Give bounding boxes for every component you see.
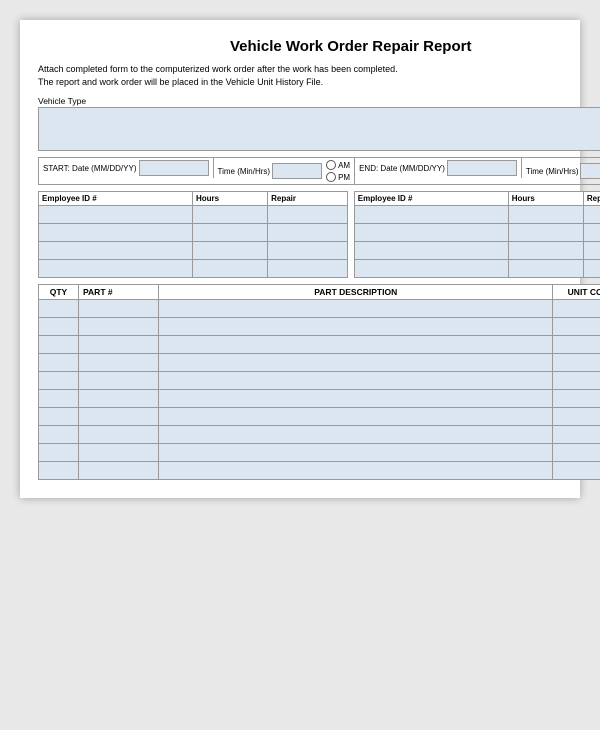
table-row <box>39 444 600 462</box>
table-row <box>39 242 348 260</box>
table-row <box>39 462 600 480</box>
start-date-label: START: Date (MM/DD/YY) <box>43 164 137 173</box>
vehicle-type-input[interactable] <box>38 107 600 151</box>
table-row <box>39 372 600 390</box>
emp-repair-header-right: Repair <box>583 192 600 206</box>
start-time-label: Time (Min/Hrs) <box>218 167 271 176</box>
table-row <box>39 354 600 372</box>
end-time-label: Time (Min/Hrs) <box>526 167 579 176</box>
left-column: Vehicle Work Order Repair Report Attach … <box>38 38 600 480</box>
table-row <box>354 260 600 278</box>
parts-section: QTY PART # PART DESCRIPTION UNIT COST HO… <box>38 284 600 480</box>
col-qty-header: QTY <box>39 285 79 300</box>
table-row <box>39 336 600 354</box>
emp-repair-header-left: Repair <box>268 192 348 206</box>
table-row <box>39 408 600 426</box>
start-date-cell: START: Date (MM/DD/YY) <box>39 158 214 178</box>
emp-hours-header-right: Hours <box>508 192 583 206</box>
datetime-row: START: Date (MM/DD/YY) Time (Min/Hrs) AM… <box>38 157 600 185</box>
emp-id-header-left: Employee ID # <box>39 192 193 206</box>
end-date-cell: END: Date (MM/DD/YY) <box>355 158 522 178</box>
page-title: Vehicle Work Order Repair Report <box>38 38 600 55</box>
subtitle: Attach completed form to the computerize… <box>38 63 600 88</box>
end-date-input[interactable] <box>447 160 517 176</box>
table-row <box>39 300 600 318</box>
table-row <box>354 242 600 260</box>
col-unit-header: UNIT COST <box>553 285 600 300</box>
end-time-input[interactable] <box>580 163 600 179</box>
table-row <box>39 224 348 242</box>
emp-id-header-right: Employee ID # <box>354 192 508 206</box>
start-pm-radio[interactable] <box>326 172 336 182</box>
employee-table-right: Employee ID # Hours Repair <box>354 191 600 278</box>
table-row <box>39 206 348 224</box>
col-part-header: PART # <box>79 285 159 300</box>
start-pm-option[interactable]: PM <box>326 172 350 182</box>
table-row <box>39 260 348 278</box>
table-row <box>39 390 600 408</box>
start-time-input[interactable] <box>272 163 322 179</box>
start-date-input[interactable] <box>139 160 209 176</box>
start-ampm: AM PM <box>326 160 350 182</box>
main-layout: Vehicle Work Order Repair Report Attach … <box>38 38 562 480</box>
emp-hours-header-left: Hours <box>192 192 267 206</box>
table-row <box>354 206 600 224</box>
page: Vehicle Work Order Repair Report Attach … <box>20 20 580 498</box>
vehicle-type-label: Vehicle Type <box>38 96 600 106</box>
table-row <box>39 426 600 444</box>
employee-section: Employee ID # Hours Repair <box>38 191 600 278</box>
start-time-cell: Time (Min/Hrs) AM PM <box>214 158 356 184</box>
start-am-radio[interactable] <box>326 160 336 170</box>
end-date-label: END: Date (MM/DD/YY) <box>359 164 445 173</box>
vehicle-type-section: Vehicle Type <box>38 96 600 151</box>
start-am-option[interactable]: AM <box>326 160 350 170</box>
table-row <box>39 318 600 336</box>
employee-table-left: Employee ID # Hours Repair <box>38 191 348 278</box>
col-desc-header: PART DESCRIPTION <box>159 285 553 300</box>
parts-table: QTY PART # PART DESCRIPTION UNIT COST HO… <box>38 284 600 480</box>
end-time-cell: Time (Min/Hrs) AM PM <box>522 158 600 184</box>
table-row <box>354 224 600 242</box>
